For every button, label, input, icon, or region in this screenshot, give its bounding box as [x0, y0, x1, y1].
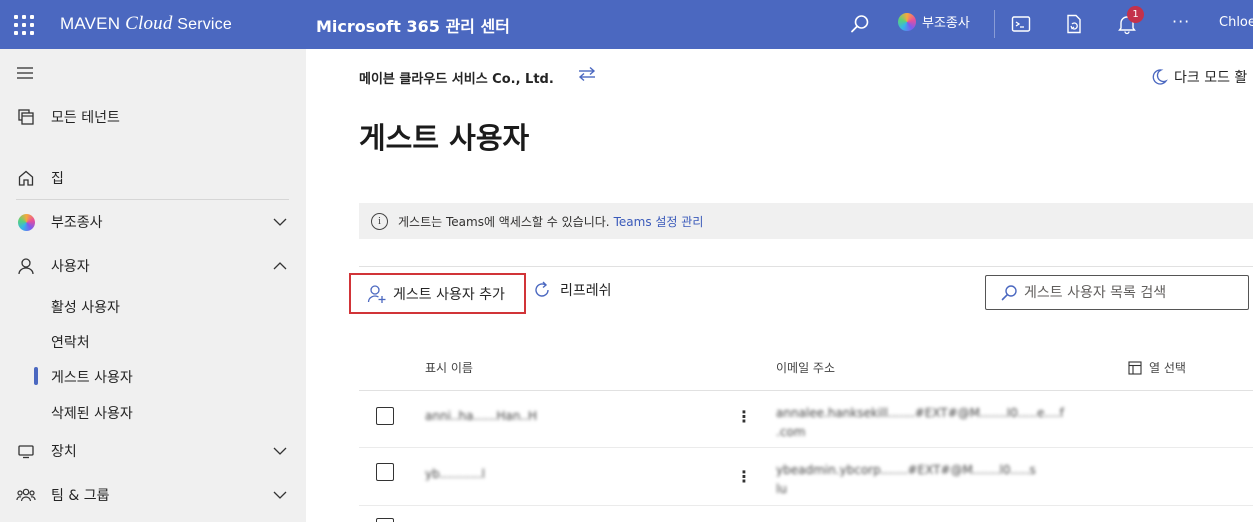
add-person-icon — [367, 284, 386, 303]
more-icon[interactable]: ··· — [1172, 12, 1190, 31]
row-email-continued: .com — [776, 425, 806, 439]
tenants-icon — [16, 107, 36, 127]
sidebar-item-copilot[interactable]: 부조종사 — [0, 206, 306, 238]
sidebar-item-devices[interactable]: 장치 — [0, 435, 306, 467]
brand-logo[interactable]: MAVEN Cloud Service — [60, 13, 232, 35]
sidebar-subitem-guest-users[interactable]: 게스트 사용자 — [51, 367, 133, 387]
device-icon — [16, 441, 36, 461]
topbar-divider — [994, 10, 995, 38]
row-checkbox[interactable] — [376, 407, 394, 425]
row-email: ybeadmin.ybcorp.......#EXT#@M.......l0..… — [776, 463, 1036, 477]
sidebar-item-label: 집 — [51, 171, 64, 187]
top-bar: MAVEN Cloud Service Microsoft 365 관리 센터 … — [0, 0, 1253, 49]
chevron-down-icon[interactable] — [272, 487, 288, 503]
row-email: annalee.hanksekill.......#EXT#@M.......I… — [776, 406, 1064, 420]
document-sync-icon[interactable] — [1063, 13, 1085, 35]
switch-tenant-icon[interactable] — [577, 66, 597, 82]
notification-badge: 1 — [1127, 6, 1144, 23]
moon-icon — [1152, 69, 1168, 85]
table-row[interactable]: anni..ha......Han..H ⋮ annalee.hanksekil… — [359, 391, 1253, 448]
user-name[interactable]: Chloe — [1219, 15, 1253, 30]
sidebar-item-label: 부조종사 — [51, 215, 103, 231]
sidebar-item-label: 장치 — [51, 444, 77, 460]
brand-suffix: Service — [172, 16, 232, 33]
main-content: 메이븐 클라우드 서비스 Co., Ltd. 다크 모드 활 게스트 사용자 i… — [306, 49, 1253, 522]
copilot-button[interactable]: 부조종사 — [898, 12, 970, 31]
info-icon: i — [371, 212, 388, 230]
brand-cloud: Cloud — [125, 13, 173, 34]
sidebar-item-label: 모든 테넌트 — [51, 110, 120, 126]
row-email-continued: lu — [776, 482, 787, 496]
column-header-display-name[interactable]: 표시 이름 — [425, 359, 473, 376]
add-guest-user-button[interactable]: 게스트 사용자 추가 — [349, 273, 526, 314]
sidebar: 모든 테넌트 집 부조종사 사용자 활성 사용자 연락처 게스트 사용자 삭제된… — [0, 49, 306, 522]
refresh-label: 리프레쉬 — [560, 283, 612, 299]
column-header-email[interactable]: 이메일 주소 — [776, 359, 835, 376]
row-display-name[interactable]: anni..ha......Han..H — [425, 409, 537, 423]
info-banner: i 게스트는 Teams에 액세스할 수 있습니다. Teams 설정 관리 — [359, 203, 1253, 239]
dark-mode-toggle[interactable]: 다크 모드 활 — [1150, 67, 1247, 87]
search-icon — [1001, 284, 1017, 300]
organization-name: 메이븐 클라우드 서비스 Co., Ltd. — [359, 72, 554, 87]
info-text: 게스트는 Teams에 액세스할 수 있습니다. — [398, 214, 610, 229]
sidebar-subitem-contacts[interactable]: 연락처 — [51, 332, 90, 352]
copilot-icon — [16, 212, 36, 232]
sidebar-item-label: 팀 & 그룹 — [51, 488, 110, 504]
guest-search-input[interactable] — [1024, 284, 1244, 301]
dark-mode-label: 다크 모드 활 — [1174, 70, 1248, 86]
page-title: 게스트 사용자 — [359, 121, 530, 155]
app-launcher-icon[interactable] — [14, 15, 34, 35]
app-title[interactable]: Microsoft 365 관리 센터 — [316, 13, 510, 37]
guest-search-box[interactable] — [985, 275, 1249, 310]
sidebar-item-users[interactable]: 사용자 — [0, 250, 306, 282]
sidebar-item-teams-groups[interactable]: 팀 & 그룹 — [0, 479, 306, 511]
refresh-button[interactable]: 리프레쉬 — [532, 280, 612, 300]
teams-settings-link[interactable]: Teams 설정 관리 — [614, 213, 704, 230]
sidebar-subitem-deleted-users[interactable]: 삭제된 사용자 — [51, 403, 133, 423]
chevron-down-icon[interactable] — [272, 443, 288, 459]
search-icon[interactable] — [849, 13, 871, 35]
chevron-down-icon[interactable] — [272, 214, 288, 230]
toolbar-divider — [359, 266, 1253, 267]
choose-columns-label: 열 선택 — [1149, 361, 1186, 375]
sidebar-item-label: 사용자 — [51, 259, 90, 275]
chevron-up-icon[interactable] — [272, 258, 288, 274]
add-guest-label: 게스트 사용자 추가 — [393, 286, 505, 303]
more-actions-icon[interactable]: ⋮ — [736, 467, 752, 486]
hamburger-icon[interactable] — [16, 67, 34, 79]
refresh-icon — [535, 281, 549, 297]
sidebar-item-home[interactable]: 집 — [0, 162, 306, 194]
group-icon — [16, 485, 36, 505]
sidebar-item-all-tenants[interactable]: 모든 테넌트 — [0, 101, 306, 133]
sidebar-divider — [16, 199, 289, 200]
choose-columns-button[interactable]: 열 선택 — [1128, 359, 1186, 376]
row-checkbox[interactable] — [376, 463, 394, 481]
terminal-icon[interactable] — [1010, 13, 1032, 35]
sidebar-subitem-active-users[interactable]: 활성 사용자 — [51, 297, 120, 317]
table-row[interactable]: yb...........l ⋮ ybeadmin.ybcorp.......#… — [359, 449, 1253, 506]
more-actions-icon[interactable]: ⋮ — [736, 407, 752, 426]
copilot-icon — [898, 12, 916, 31]
home-icon — [16, 168, 36, 188]
columns-icon — [1128, 360, 1142, 375]
brand-prefix: MAVEN — [60, 14, 126, 33]
row-checkbox[interactable] — [376, 518, 394, 522]
row-display-name[interactable]: yb...........l — [425, 467, 485, 481]
person-icon — [16, 256, 36, 276]
active-indicator — [34, 367, 38, 385]
copilot-label: 부조종사 — [922, 16, 970, 31]
